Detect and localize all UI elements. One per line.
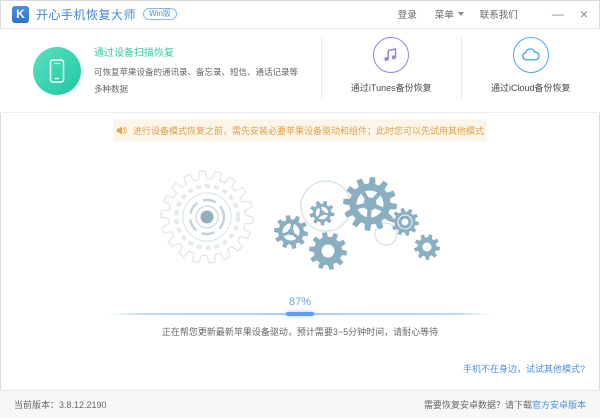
mode-icloud-backup[interactable]: 通过iCloud备份恢复: [462, 29, 600, 112]
login-link[interactable]: 登录: [398, 7, 417, 21]
mode-selector: 通过设备扫描恢复 可恢复苹果设备的通讯录、备忘录、短信、通话记录等多种数据 通过…: [0, 29, 600, 113]
gears-illustration: [160, 170, 440, 270]
menu-dropdown[interactable]: 菜单: [435, 7, 464, 21]
music-note-icon: [384, 48, 397, 61]
try-other-modes-link[interactable]: 手机不在身边，试试其他模式?: [463, 362, 585, 375]
menu-label: 菜单: [434, 10, 454, 21]
icloud-mode-circle: [512, 37, 549, 73]
device-mode-text: 通过设备扫描恢复 可恢复苹果设备的通讯录、备忘录、短信、通话记录等多种数据: [94, 44, 302, 97]
device-mode-description: 可恢复苹果设备的通讯录、备忘录、短信、通话记录等多种数据: [94, 66, 299, 94]
cloud-icon: [521, 48, 540, 61]
close-button[interactable]: ×: [580, 7, 588, 21]
minimize-button[interactable]: —: [552, 8, 564, 20]
android-download: 需要恢复安卓数据？请下载 官方安卓版本: [424, 398, 586, 411]
status-bar: 当前版本：3.8.12.2190 需要恢复安卓数据？请下载 官方安卓版本: [0, 390, 600, 418]
progress-bar-head: [286, 312, 314, 316]
chevron-down-icon: [457, 12, 464, 16]
brand: K 开心手机恢复大师 Win版: [12, 5, 177, 23]
itunes-mode-circle: [373, 37, 410, 73]
app-title: 开心手机恢复大师: [36, 7, 137, 22]
titlebar: K 开心手机恢复大师 Win版 登录 菜单 联系我们 — ×: [0, 0, 600, 29]
speaker-icon: [116, 125, 127, 135]
version-label: 当前版本：3.8.12.2190: [14, 400, 107, 410]
win-version-badge: Win版: [143, 8, 177, 20]
progress-status-text: 正在帮您更新最新苹果设备驱动，预计需要3~5分钟时间，请耐心等待: [161, 327, 439, 337]
app-logo-icon: K: [12, 5, 29, 23]
phone-icon: [49, 58, 65, 83]
android-version-link[interactable]: 官方安卓版本: [532, 398, 586, 411]
driver-notice-text: 进行设备模式恢复之前，需先安装必要苹果设备驱动和组件；此时您可以先试用其他模式: [132, 125, 484, 136]
driver-notice-banner: 进行设备模式恢复之前，需先安装必要苹果设备驱动和组件；此时您可以先试用其他模式: [113, 119, 487, 141]
device-mode-title: 通过设备扫描恢复: [94, 47, 174, 59]
mode-device-scan[interactable]: 通过设备扫描恢复 可恢复苹果设备的通讯录、备忘录、短信、通话记录等多种数据: [0, 29, 321, 112]
device-mode-circle: [33, 46, 81, 95]
contact-us-link[interactable]: 联系我们: [480, 7, 518, 21]
android-prompt: 需要恢复安卓数据？请下载: [423, 400, 532, 410]
mode-itunes-backup[interactable]: 通过iTunes备份恢复: [322, 29, 461, 112]
progress-percent: 87%: [288, 296, 312, 308]
app-window: K 开心手机恢复大师 Win版 登录 菜单 联系我们 — × 通过设备扫描恢复 …: [0, 0, 600, 418]
progress-bar: [108, 312, 492, 316]
icloud-mode-label: 通过iCloud备份恢复: [490, 83, 571, 93]
titlebar-menu: 登录 菜单 联系我们 — ×: [398, 7, 588, 21]
itunes-mode-label: 通过iTunes备份恢复: [350, 83, 432, 93]
